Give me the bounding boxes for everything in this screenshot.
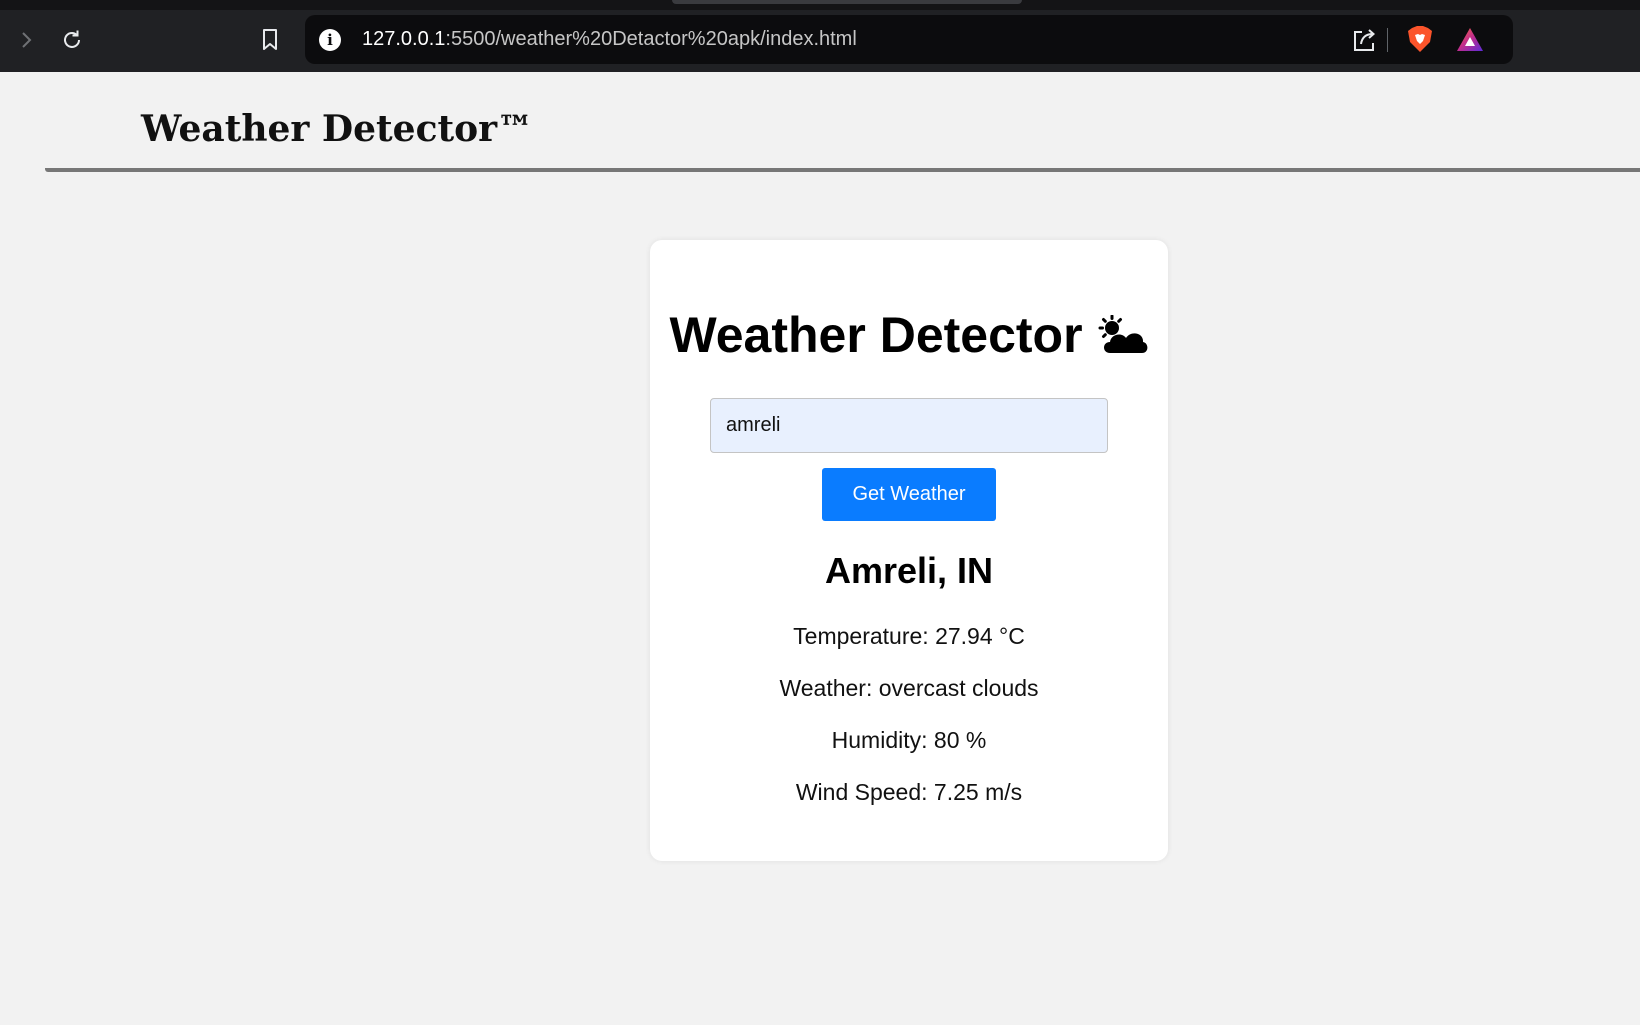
reload-button[interactable] (54, 22, 90, 58)
tab-strip (0, 0, 1640, 10)
reload-icon (64, 30, 80, 48)
brave-rewards-icon[interactable] (1455, 25, 1485, 55)
url-path: :5500/weather%20Detactor%20apk/index.htm… (445, 28, 857, 50)
get-weather-button[interactable]: Get Weather (822, 468, 996, 521)
result-city: Amreli, IN (824, 550, 994, 591)
site-header: Weather Detector™ (45, 72, 1640, 172)
wind-speed-text: Wind Speed: 7.25 m/s (795, 779, 1023, 805)
address-bar[interactable]: i 127.0.0.1:5500/weather%20Detactor%20ap… (305, 15, 1513, 64)
forward-button[interactable] (8, 22, 44, 58)
active-tab[interactable] (672, 0, 1022, 4)
temperature-text: Temperature: 27.94 °C (793, 623, 1025, 649)
url-text[interactable]: 127.0.0.1:5500/weather%20Detactor%20apk/… (362, 28, 857, 51)
toolbar-divider (1387, 28, 1388, 52)
url-host: 127.0.0.1 (362, 28, 446, 50)
bookmark-button[interactable] (252, 22, 288, 58)
humidity-text: Humidity: 80 % (831, 727, 987, 753)
weather-card: Weather Detector Get Weather Amreli, IN … (650, 240, 1168, 861)
card-title: Weather Detector (650, 306, 1168, 364)
card-title-text: Weather Detector (669, 307, 1083, 363)
sun-behind-cloud-icon (1098, 315, 1147, 353)
forward-icon (22, 32, 32, 48)
browser-toolbar: i 127.0.0.1:5500/weather%20Detactor%20ap… (0, 0, 1640, 72)
weather-description-text: Weather: overcast clouds (779, 675, 1039, 701)
brave-shield-icon[interactable] (1405, 24, 1435, 54)
site-info-icon[interactable]: i (319, 29, 341, 51)
site-title: Weather Detector™ (141, 108, 534, 150)
city-search-input[interactable] (710, 398, 1108, 453)
share-icon[interactable] (1350, 26, 1378, 54)
bookmark-icon (263, 29, 277, 50)
